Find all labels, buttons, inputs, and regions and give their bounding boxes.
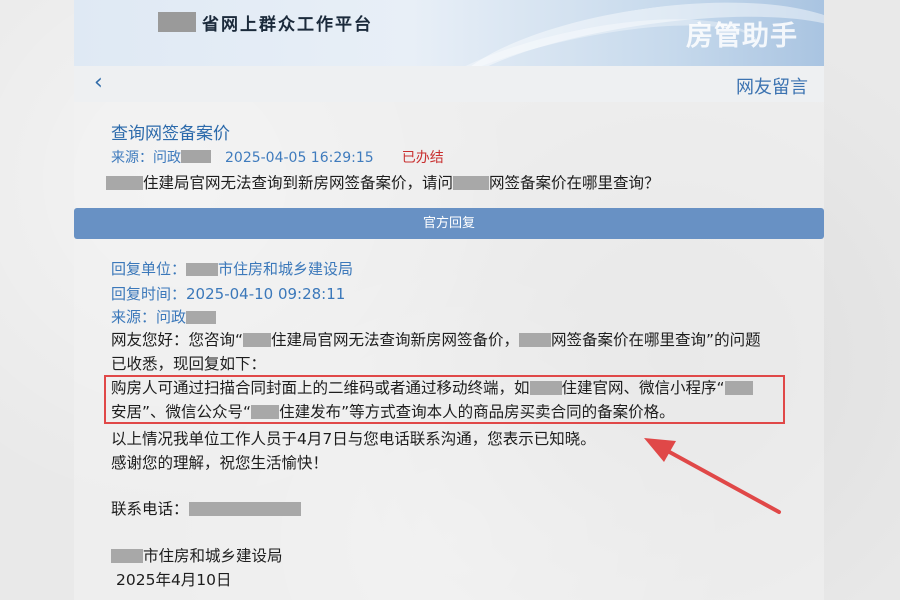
annotation-arrow-icon: [644, 438, 781, 514]
